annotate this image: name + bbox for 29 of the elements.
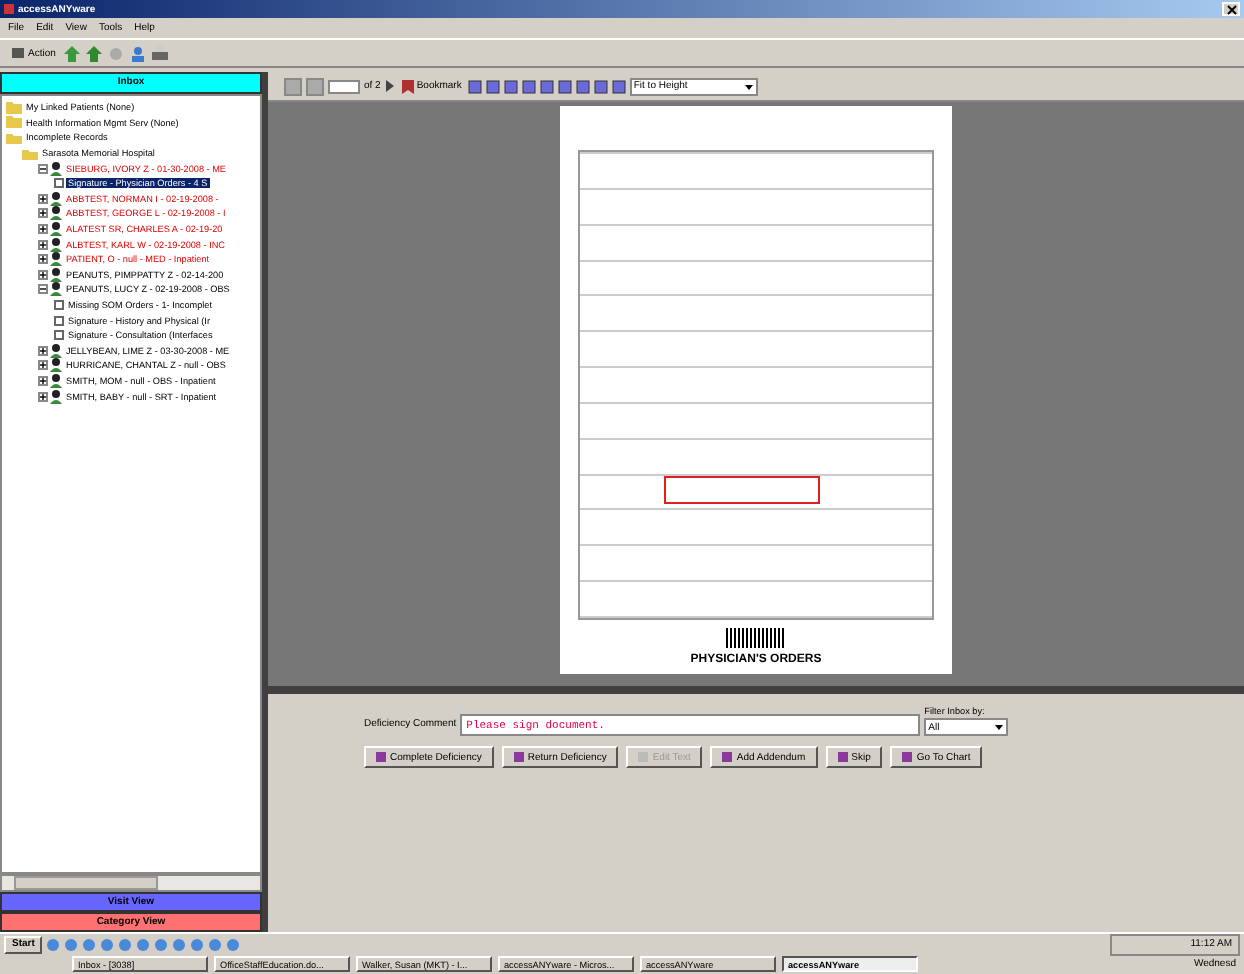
page-field[interactable] bbox=[328, 79, 360, 93]
expand-icon[interactable] bbox=[38, 345, 48, 356]
printer-icon[interactable] bbox=[151, 45, 168, 61]
expand-icon[interactable] bbox=[38, 224, 48, 235]
expand-icon[interactable] bbox=[38, 360, 48, 371]
checkbox[interactable] bbox=[54, 300, 64, 311]
expand-icon[interactable] bbox=[38, 163, 48, 174]
close-button[interactable] bbox=[1222, 2, 1240, 16]
expand-icon[interactable] bbox=[38, 193, 48, 204]
next-page-icon[interactable] bbox=[384, 80, 397, 92]
expand-icon[interactable] bbox=[38, 269, 48, 280]
person-icon[interactable] bbox=[129, 45, 146, 61]
barcode-drawing bbox=[726, 628, 786, 648]
checkbox[interactable] bbox=[54, 178, 64, 189]
box-icon bbox=[10, 46, 26, 60]
app-icon bbox=[4, 4, 14, 14]
expand-icon[interactable] bbox=[38, 391, 48, 402]
checkbox[interactable] bbox=[54, 315, 64, 326]
horizontal-scrollbar[interactable] bbox=[0, 874, 262, 892]
expand-icon[interactable] bbox=[38, 284, 48, 295]
person-icon bbox=[50, 161, 62, 176]
expand-icon[interactable] bbox=[38, 239, 48, 250]
dropdown-arrow-icon[interactable] bbox=[743, 81, 754, 91]
expand-icon[interactable] bbox=[38, 254, 48, 265]
dropdown-arrow-icon[interactable] bbox=[994, 722, 1005, 732]
checkbox[interactable] bbox=[54, 330, 64, 341]
expand-icon[interactable] bbox=[38, 375, 48, 386]
bookmark-icon bbox=[402, 79, 415, 93]
expand-icon[interactable] bbox=[38, 208, 48, 219]
